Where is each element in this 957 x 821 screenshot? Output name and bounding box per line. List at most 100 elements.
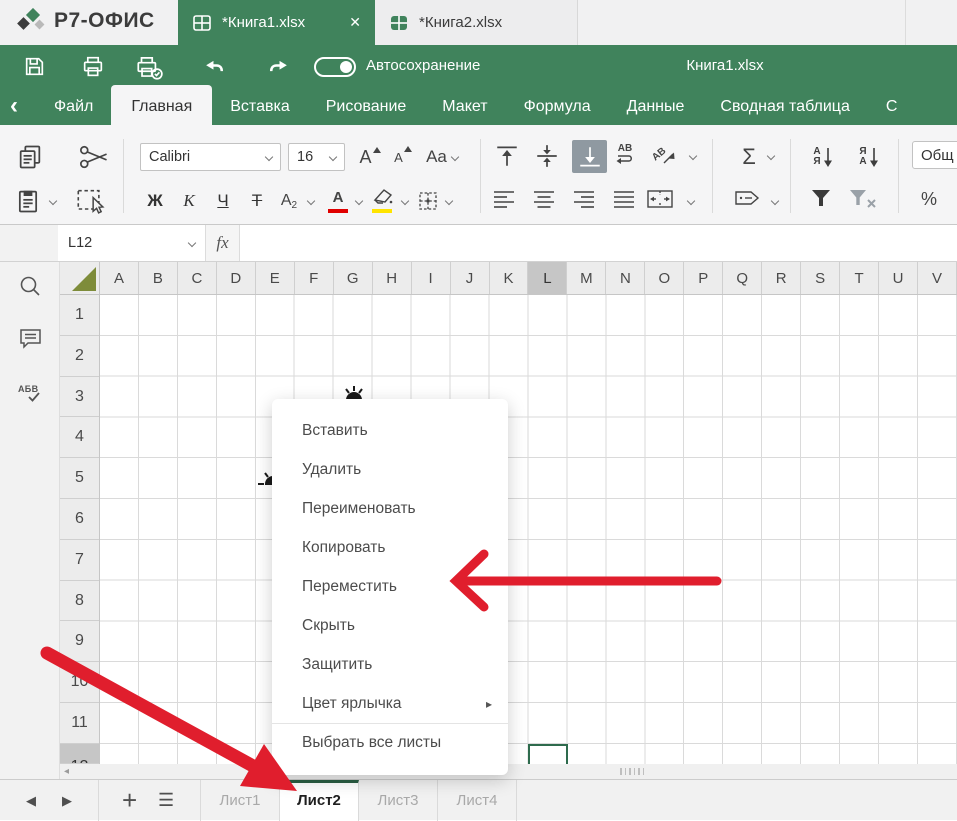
column-header[interactable]: N [606, 262, 645, 294]
row-header[interactable]: 8 [60, 581, 99, 622]
row-header[interactable]: 6 [60, 499, 99, 540]
autosave-toggle[interactable] [314, 57, 356, 77]
sheet-tab[interactable]: Лист3 [359, 780, 438, 821]
column-header[interactable]: E [256, 262, 295, 294]
print-icon[interactable] [80, 54, 106, 79]
column-header[interactable]: Q [723, 262, 762, 294]
underline-button[interactable]: Ч [208, 187, 238, 215]
paste-icon[interactable] [14, 187, 42, 215]
row-header[interactable]: 12 [60, 744, 99, 764]
column-header[interactable]: R [762, 262, 801, 294]
subscript-icon[interactable]: A 2 [274, 187, 304, 215]
ribbon-tab[interactable]: Файл [36, 88, 111, 125]
font-color-icon[interactable]: А [324, 185, 352, 215]
context-menu-item[interactable]: Скрыть ▸ [272, 606, 508, 645]
ribbon-tab[interactable]: Макет [424, 88, 505, 125]
column-header[interactable]: L [528, 262, 567, 294]
column-header[interactable]: T [840, 262, 879, 294]
strikethrough-button[interactable]: Т [242, 187, 272, 215]
collapse-chevron-icon[interactable]: ‹ [10, 96, 18, 116]
column-header[interactable]: G [334, 262, 373, 294]
doc-tab-book2[interactable]: *Книга2.xlsx [375, 0, 578, 45]
cell-name-box[interactable]: L12 [58, 225, 206, 261]
comments-icon[interactable] [18, 326, 43, 350]
row-header[interactable]: 1 [60, 295, 99, 336]
doc-tab-book1[interactable]: *Книга1.xlsx ✕ [178, 0, 375, 45]
align-right-icon[interactable] [572, 189, 596, 209]
cut-icon[interactable] [78, 143, 110, 171]
column-header[interactable]: C [178, 262, 217, 294]
column-header[interactable]: V [918, 262, 957, 294]
change-case-icon[interactable]: Aa [420, 143, 464, 171]
cells-area[interactable] [100, 295, 957, 764]
row-header[interactable]: 7 [60, 540, 99, 581]
align-justify-icon[interactable] [612, 189, 636, 209]
search-icon[interactable] [18, 274, 42, 298]
sheet-tab[interactable]: Лист1 [201, 780, 280, 821]
scrollbar-grip-icon[interactable] [620, 768, 644, 775]
context-menu-item[interactable]: Цвет ярлычка ▸ [272, 684, 508, 723]
column-header[interactable]: I [412, 262, 451, 294]
add-sheet-icon[interactable]: + [122, 780, 137, 821]
sort-descending-icon[interactable]: ЯА [852, 141, 886, 173]
named-ranges-icon[interactable] [732, 187, 762, 209]
quick-print-icon[interactable] [134, 54, 164, 81]
chevron-down-icon[interactable] [445, 197, 453, 205]
align-bottom-icon[interactable] [572, 140, 607, 173]
context-menu-item[interactable]: Копировать ▸ [272, 528, 508, 567]
row-header[interactable]: 3 [60, 377, 99, 418]
sort-ascending-icon[interactable]: АЯ [806, 141, 840, 173]
select-all-corner[interactable] [60, 262, 100, 294]
chevron-down-icon[interactable] [767, 152, 775, 160]
column-header[interactable]: J [451, 262, 490, 294]
filter-icon[interactable] [810, 187, 832, 209]
row-header[interactable]: 10 [60, 662, 99, 703]
align-center-icon[interactable] [532, 189, 556, 209]
column-header[interactable]: D [217, 262, 256, 294]
column-header[interactable]: P [684, 262, 723, 294]
autosum-icon[interactable]: Σ [736, 143, 762, 171]
borders-icon[interactable] [414, 187, 442, 215]
copy-icon[interactable] [16, 143, 44, 171]
column-header[interactable]: B [139, 262, 178, 294]
align-top-icon[interactable] [494, 143, 520, 169]
clear-filter-icon[interactable] [848, 187, 878, 209]
column-header[interactable]: M [567, 262, 606, 294]
context-menu-item[interactable]: Переименовать ▸ [272, 489, 508, 528]
redo-icon[interactable] [266, 54, 291, 79]
align-left-icon[interactable] [492, 189, 516, 209]
close-icon[interactable]: ✕ [349, 14, 361, 31]
number-format-select[interactable]: Общ [912, 141, 957, 169]
spellcheck-icon[interactable]: АБВ [18, 384, 40, 402]
context-menu-item[interactable]: Переместить ▸ [272, 567, 508, 606]
column-header[interactable]: S [801, 262, 840, 294]
chevron-down-icon[interactable] [689, 152, 697, 160]
ribbon-tab[interactable]: Рисование [308, 88, 425, 125]
ribbon-tab[interactable]: Формула [506, 88, 609, 125]
decrease-font-icon[interactable]: A [388, 143, 418, 171]
column-header[interactable]: H [373, 262, 412, 294]
text-orientation-icon[interactable]: AB [652, 143, 676, 165]
row-header[interactable]: 9 [60, 621, 99, 662]
column-header[interactable]: K [490, 262, 529, 294]
column-header[interactable]: F [295, 262, 334, 294]
sheet-list-icon[interactable]: ☰ [158, 780, 174, 821]
bold-button[interactable]: Ж [140, 187, 170, 215]
ribbon-tab[interactable]: Сводная таблица [702, 88, 867, 125]
save-icon[interactable] [22, 54, 47, 79]
italic-button[interactable]: K [174, 187, 204, 215]
row-header[interactable]: 5 [60, 458, 99, 499]
merge-cells-icon[interactable] [646, 187, 674, 211]
context-menu-item[interactable]: Защитить ▸ [272, 645, 508, 684]
row-header[interactable]: 4 [60, 417, 99, 458]
sheet-tab[interactable]: Лист2 [280, 780, 359, 821]
undo-icon[interactable] [202, 54, 227, 79]
horizontal-scrollbar[interactable]: ◂ [60, 764, 957, 779]
chevron-down-icon[interactable] [771, 197, 779, 205]
highlight-color-icon[interactable] [368, 183, 398, 215]
percent-style-icon[interactable]: % [914, 185, 944, 213]
font-name-select[interactable]: Calibri [140, 143, 281, 171]
wrap-text-icon[interactable]: AB [614, 143, 636, 166]
ribbon-tab[interactable]: Главная [111, 85, 212, 125]
previous-sheet-icon[interactable]: ◀ [26, 780, 36, 821]
